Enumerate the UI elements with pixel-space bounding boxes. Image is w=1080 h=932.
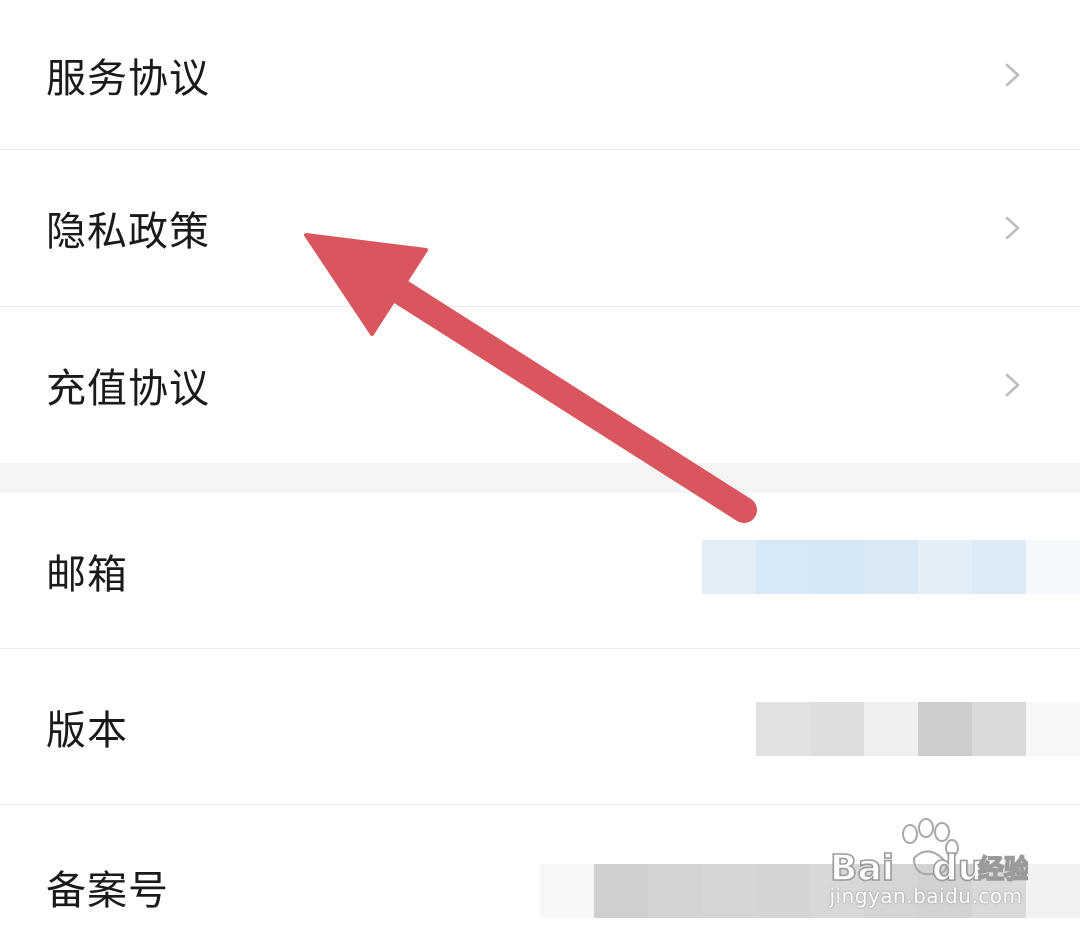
chevron-right-icon [1005,216,1020,240]
menu-item-label: 隐私政策 [46,209,210,255]
info-label-icp-number: 备案号 [46,868,169,914]
chevron-right-icon [1005,373,1020,397]
info-label-version: 版本 [46,707,128,754]
menu-item-service-agreement[interactable]: 服务协议 [0,0,1080,149]
watermark-url: jingyan.baidu.com [829,884,1023,908]
section-separator [0,463,1080,493]
menu-item-privacy-policy[interactable]: 隐私政策 [0,150,1080,306]
menu-item-recharge-agreement[interactable]: 充值协议 [0,307,1080,463]
info-label-email: 邮箱 [46,551,128,598]
menu-item-label: 充值协议 [46,366,210,412]
version-value-redacted [756,702,1080,756]
email-value-redacted [702,540,1080,594]
menu-item-label: 服务协议 [46,55,210,102]
chevron-right-icon [1005,63,1020,86]
